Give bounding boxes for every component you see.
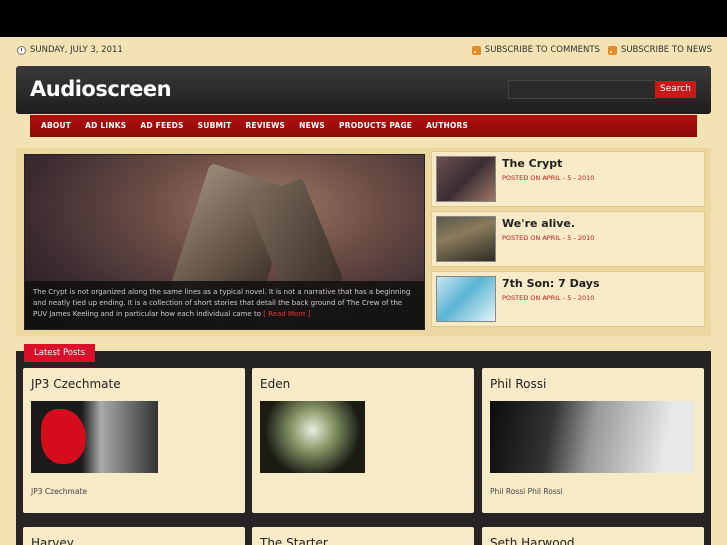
site-header: Audioscreen Search [16,66,711,114]
featured-item[interactable]: 7th Son: 7 Days POSTED ON APRIL - 5 - 20… [431,271,705,327]
featured-item[interactable]: The Crypt POSTED ON APRIL - 5 - 2010 [431,151,705,207]
featured-item-date: POSTED ON APRIL - 5 - 2010 [502,174,595,182]
read-more-link[interactable]: [ Read More ] [263,310,310,318]
nav-item-news[interactable]: NEWS [292,115,332,137]
search-button[interactable]: Search [655,81,696,98]
featured-thumbnail[interactable] [436,216,496,262]
rss-icon [471,45,481,55]
nav-item-about[interactable]: ABOUT [34,115,78,137]
subscribe-news-label: SUBSCRIBE TO NEWS [620,45,712,55]
nav-item-ad-links[interactable]: AD LINKS [78,115,133,137]
date-display: SUNDAY, JULY 3, 2011 [17,45,123,55]
post-card: JP3 Czechmate JP3 Czechmate [23,368,245,513]
post-card: Seth Harwood [482,527,704,545]
latest-posts-section: Latest Posts JP3 Czechmate JP3 Czechmate… [16,344,711,545]
featured-item[interactable]: We're alive. POSTED ON APRIL - 5 - 2010 [431,211,705,267]
nav-item-submit[interactable]: SUBMIT [191,115,239,137]
nav-item-ad-feeds[interactable]: AD FEEDS [133,115,190,137]
post-title[interactable]: JP3 Czechmate [31,377,121,391]
nav-item-products-page[interactable]: PRODUCTS PAGE [332,115,419,137]
featured-item-date: POSTED ON APRIL - 5 - 2010 [502,294,595,302]
post-title[interactable]: Phil Rossi [490,377,546,391]
subscribe-comments-label: SUBSCRIBE TO COMMENTS [484,45,600,55]
main-nav: ABOUT AD LINKS AD FEEDS SUBMIT REVIEWS N… [30,115,697,137]
featured-item-date: POSTED ON APRIL - 5 - 2010 [502,234,595,242]
subscribe-comments-link[interactable]: SUBSCRIBE TO COMMENTS [471,45,600,55]
featured-caption-text: The Crypt is not organized along the sam… [33,288,411,318]
post-image-graphic [41,409,86,464]
post-title[interactable]: Harvey [31,536,74,545]
post-card: The Starter [252,527,474,545]
nav-item-authors[interactable]: AUTHORS [419,115,475,137]
post-excerpt: Phil Rossi Phil Rossi [490,487,563,496]
post-image[interactable] [260,401,365,473]
post-title[interactable]: The Starter [260,536,328,545]
site-logo[interactable]: Audioscreen [30,77,172,101]
latest-posts-tab: Latest Posts [24,344,96,362]
subscribe-news-link[interactable]: SUBSCRIBE TO NEWS [607,45,712,55]
featured-item-title[interactable]: 7th Son: 7 Days [502,277,600,290]
post-image[interactable] [31,401,158,473]
featured-slide[interactable]: The Crypt is not organized along the sam… [24,154,425,330]
post-image[interactable] [490,401,694,473]
featured-list: The Crypt POSTED ON APRIL - 5 - 2010 We'… [431,151,705,331]
post-title[interactable]: Seth Harwood [490,536,575,545]
page: SUNDAY, JULY 3, 2011 SUBSCRIBE TO COMMEN… [0,37,727,545]
nav-item-reviews[interactable]: REVIEWS [238,115,292,137]
featured-caption: The Crypt is not organized along the sam… [25,281,424,329]
rss-icon [607,45,617,55]
post-card: Phil Rossi Phil Rossi Phil Rossi [482,368,704,513]
featured-thumbnail[interactable] [436,276,496,322]
featured-item-title[interactable]: We're alive. [502,217,575,230]
post-excerpt: JP3 Czechmate [31,487,88,496]
top-bar: SUNDAY, JULY 3, 2011 SUBSCRIBE TO COMMEN… [0,37,727,61]
featured-thumbnail[interactable] [436,156,496,202]
post-card: Harvey [23,527,245,545]
featured-section: The Crypt is not organized along the sam… [16,148,711,336]
featured-item-title[interactable]: The Crypt [502,157,562,170]
post-title[interactable]: Eden [260,377,290,391]
search-input[interactable] [508,80,656,99]
date-text: SUNDAY, JULY 3, 2011 [30,45,123,55]
subscribe-links: SUBSCRIBE TO COMMENTS SUBSCRIBE TO NEWS [471,45,712,55]
clock-icon [17,45,26,55]
post-card: Eden [252,368,474,513]
